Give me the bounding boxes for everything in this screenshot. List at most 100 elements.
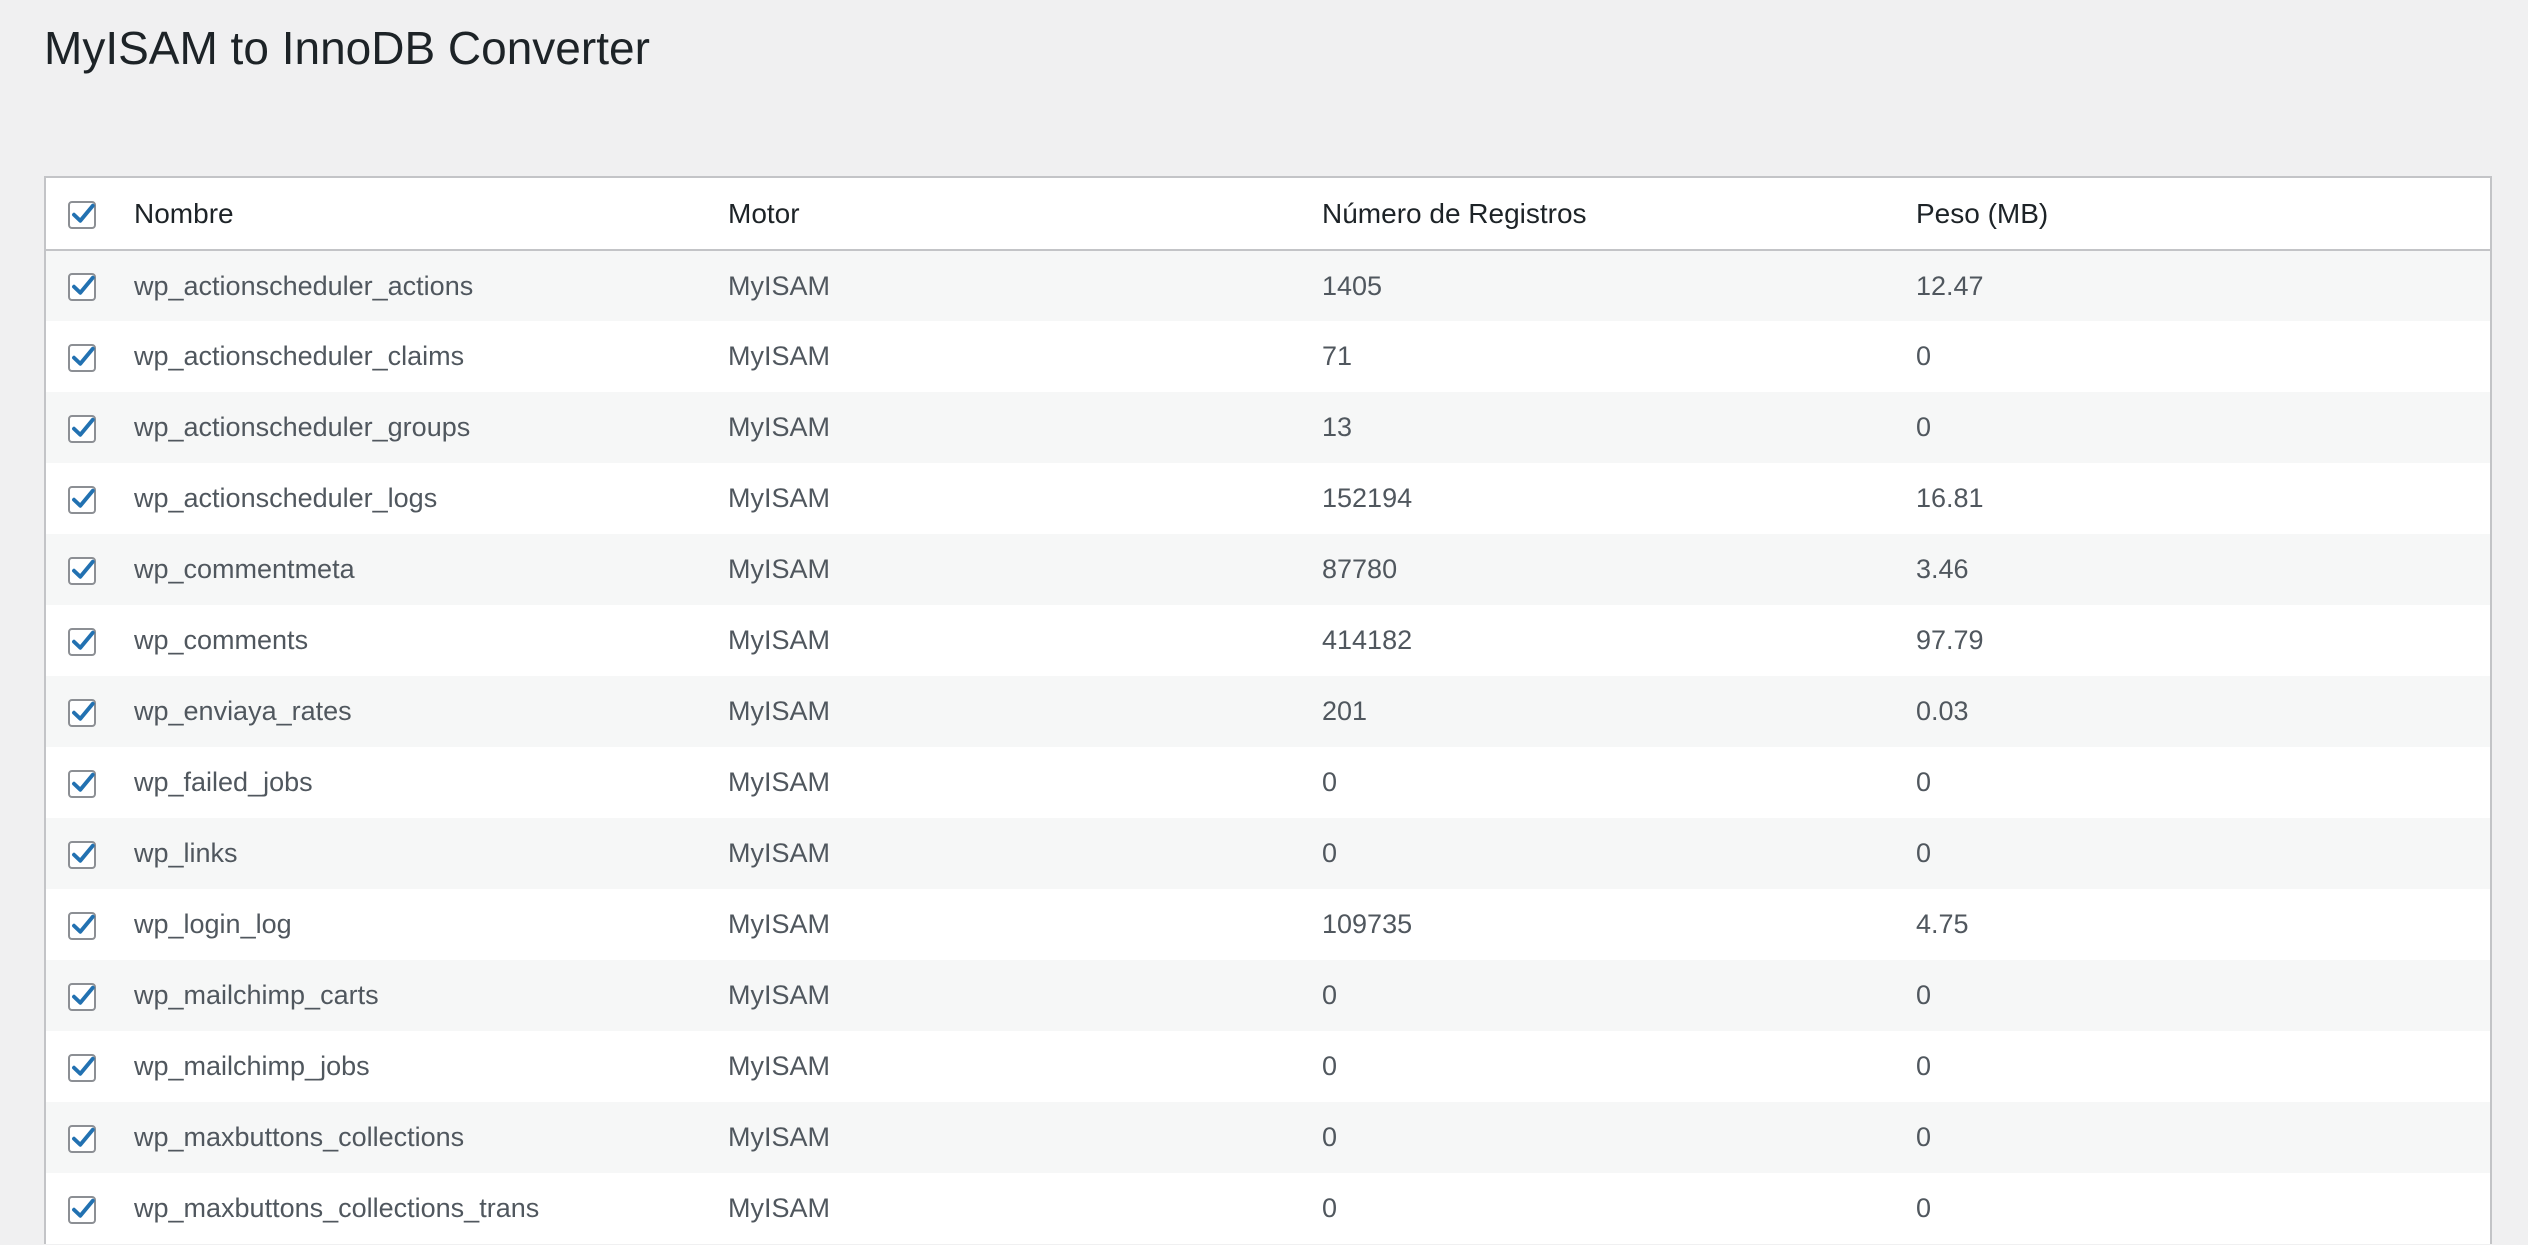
checkmark-icon — [72, 701, 95, 721]
row-checkbox[interactable] — [68, 485, 96, 514]
table-name-cell: wp_maxbuttons_collections — [134, 1122, 465, 1152]
size-cell: 16.81 — [1916, 483, 1984, 513]
table-row: wp_maxbuttons_collections_trans MyISAM 0 0 — [46, 1173, 2490, 1244]
engine-cell: MyISAM — [728, 341, 831, 371]
row-checkbox[interactable] — [68, 769, 96, 798]
size-cell: 0 — [1916, 1193, 1932, 1223]
records-cell: 1405 — [1322, 270, 1383, 301]
column-header-size: Peso (MB) — [1916, 178, 2490, 251]
engine-cell: MyISAM — [728, 412, 831, 442]
table-row: wp_failed_jobs MyISAM 0 0 — [46, 747, 2490, 818]
checkmark-icon — [72, 985, 95, 1005]
row-checkbox[interactable] — [68, 627, 96, 656]
table-name-cell: wp_actionscheduler_claims — [134, 341, 465, 371]
engine-cell: MyISAM — [728, 625, 831, 655]
engine-cell: MyISAM — [728, 483, 831, 513]
header-check-cell — [46, 178, 134, 251]
records-cell: 0 — [1322, 838, 1338, 868]
checkmark-icon — [72, 346, 95, 366]
table-row: wp_mailchimp_jobs MyISAM 0 0 — [46, 1031, 2490, 1102]
records-cell: 13 — [1322, 412, 1353, 442]
tables-list: Nombre Motor Número de Registros Peso (M… — [44, 176, 2492, 1244]
row-checkbox[interactable] — [68, 1195, 96, 1224]
table-row: wp_actionscheduler_claims MyISAM 71 0 — [46, 321, 2490, 392]
size-cell: 0 — [1916, 341, 1932, 371]
size-cell: 97.79 — [1916, 625, 1984, 655]
row-checkbox[interactable] — [68, 273, 96, 302]
row-checkbox[interactable] — [68, 911, 96, 940]
table-row: wp_links MyISAM 0 0 — [46, 818, 2490, 889]
table-name-cell: wp_failed_jobs — [134, 767, 313, 797]
row-checkbox[interactable] — [68, 982, 96, 1011]
header-row: Nombre Motor Número de Registros Peso (M… — [46, 178, 2490, 251]
checkmark-icon — [72, 1198, 95, 1218]
table-row: wp_login_log MyISAM 109735 4.75 — [46, 889, 2490, 960]
checkmark-icon — [72, 276, 95, 296]
size-cell: 4.75 — [1916, 909, 1969, 939]
checkmark-icon — [72, 843, 95, 863]
table-row: wp_actionscheduler_actions MyISAM 1405 12.4… — [46, 250, 2490, 321]
row-check-cell — [46, 463, 134, 534]
records-cell: 0 — [1322, 980, 1338, 1010]
engine-cell: MyISAM — [728, 1193, 831, 1223]
column-header-name: Nombre — [134, 178, 728, 251]
table-row: wp_maxbuttons_collections MyISAM 0 0 — [46, 1102, 2490, 1173]
table-name-cell: wp_comments — [134, 625, 309, 655]
table-name-cell: wp_maxbuttons_collections_trans — [134, 1193, 540, 1223]
row-check-cell — [46, 889, 134, 960]
row-checkbox[interactable] — [68, 1124, 96, 1153]
records-cell: 0 — [1322, 1051, 1338, 1081]
checkmark-icon — [72, 1056, 95, 1076]
checkmark-icon — [72, 417, 95, 437]
row-checkbox[interactable] — [68, 414, 96, 443]
size-cell: 0 — [1916, 838, 1932, 868]
size-cell: 0 — [1916, 767, 1932, 797]
engine-cell: MyISAM — [728, 1051, 831, 1081]
table-name-cell: wp_login_log — [134, 909, 292, 939]
table-body: wp_actionscheduler_actions MyISAM 1405 12.4… — [46, 250, 2490, 1244]
records-cell: 71 — [1322, 341, 1353, 371]
row-check-cell — [46, 1102, 134, 1173]
row-checkbox[interactable] — [68, 840, 96, 869]
table-row: wp_comments MyISAM 414182 97.79 — [46, 605, 2490, 676]
row-check-cell — [46, 676, 134, 747]
column-header-rows: Número de Registros — [1322, 178, 1916, 251]
engine-cell: MyISAM — [728, 767, 831, 797]
select-all-checkbox[interactable] — [68, 201, 96, 230]
size-cell: 12.47 — [1916, 270, 1984, 301]
checkmark-icon — [72, 772, 95, 792]
checkmark-icon — [72, 203, 95, 223]
row-checkbox[interactable] — [68, 698, 96, 727]
checkmark-icon — [72, 914, 95, 934]
table-row: wp_commentmeta MyISAM 87780 3.46 — [46, 534, 2490, 605]
table-name-cell: wp_enviaya_rates — [134, 696, 352, 726]
row-checkbox[interactable] — [68, 343, 96, 372]
checkmark-icon — [72, 630, 95, 650]
records-cell: 0 — [1322, 1193, 1338, 1223]
row-check-cell — [46, 392, 134, 463]
records-cell: 0 — [1322, 1122, 1338, 1152]
table-row: wp_enviaya_rates MyISAM 201 0.03 — [46, 676, 2490, 747]
row-check-cell — [46, 534, 134, 605]
row-check-cell — [46, 818, 134, 889]
table-name-cell: wp_actionscheduler_groups — [134, 412, 471, 442]
page-title: MyISAM to InnoDB Converter — [44, 22, 650, 74]
table-name-cell: wp_actionscheduler_actions — [134, 270, 474, 301]
engine-cell: MyISAM — [728, 838, 831, 868]
table-header: Nombre Motor Número de Registros Peso (M… — [46, 178, 2490, 251]
column-header-engine: Motor — [728, 178, 1322, 251]
size-cell: 0 — [1916, 1051, 1932, 1081]
table-name-cell: wp_links — [134, 838, 238, 868]
records-cell: 87780 — [1322, 554, 1398, 584]
row-checkbox[interactable] — [68, 556, 96, 585]
records-cell: 0 — [1322, 767, 1338, 797]
row-check-cell — [46, 605, 134, 676]
checkmark-icon — [72, 559, 95, 579]
row-check-cell — [46, 321, 134, 392]
table-name-cell: wp_commentmeta — [134, 554, 355, 584]
row-check-cell — [46, 747, 134, 818]
row-check-cell — [46, 960, 134, 1031]
row-checkbox[interactable] — [68, 1053, 96, 1082]
size-cell: 3.46 — [1916, 554, 1969, 584]
records-cell: 201 — [1322, 696, 1368, 726]
